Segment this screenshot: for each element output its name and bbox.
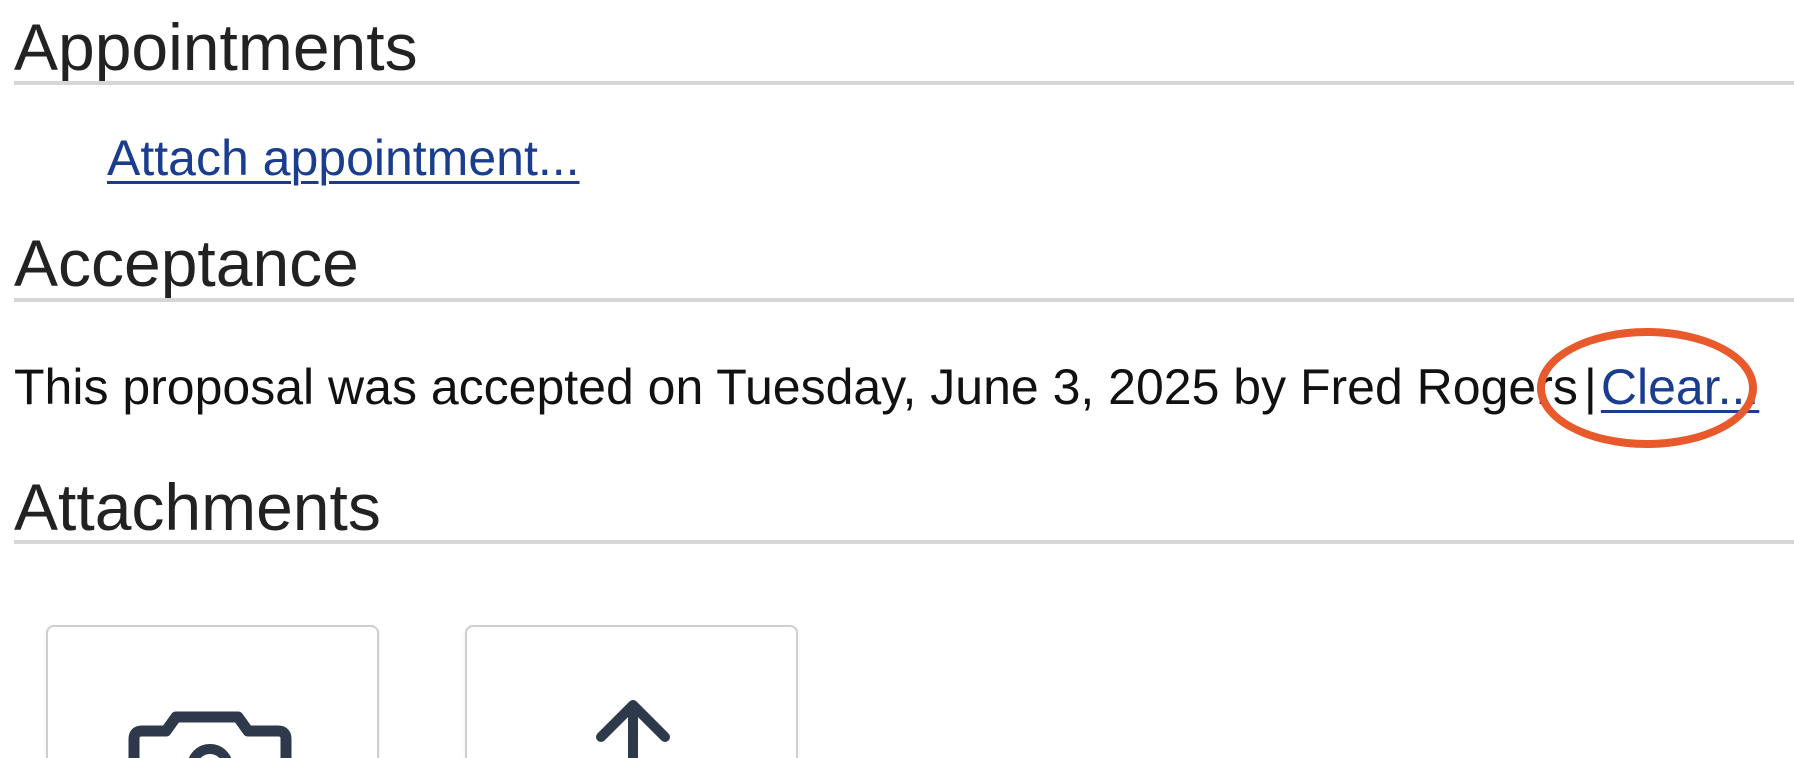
clear-acceptance-link[interactable]: Clear... [1601, 359, 1759, 415]
attach-appointment-link[interactable]: Attach appointment... [107, 133, 580, 183]
appointments-heading: Appointments [14, 10, 418, 84]
upload-file-button[interactable] [465, 625, 798, 758]
attachments-divider [14, 540, 1794, 544]
camera-icon [128, 711, 292, 758]
acceptance-status-line: This proposal was accepted on Tuesday, J… [14, 362, 1759, 412]
acceptance-heading: Acceptance [14, 226, 359, 300]
acceptance-divider [14, 298, 1794, 302]
take-photo-button[interactable] [46, 625, 379, 758]
attachments-heading: Attachments [14, 470, 381, 544]
upload-arrow-icon [596, 700, 670, 758]
appointments-divider [14, 81, 1794, 85]
acceptance-status-text: This proposal was accepted on Tuesday, J… [14, 359, 1578, 415]
acceptance-separator: | [1583, 359, 1597, 415]
